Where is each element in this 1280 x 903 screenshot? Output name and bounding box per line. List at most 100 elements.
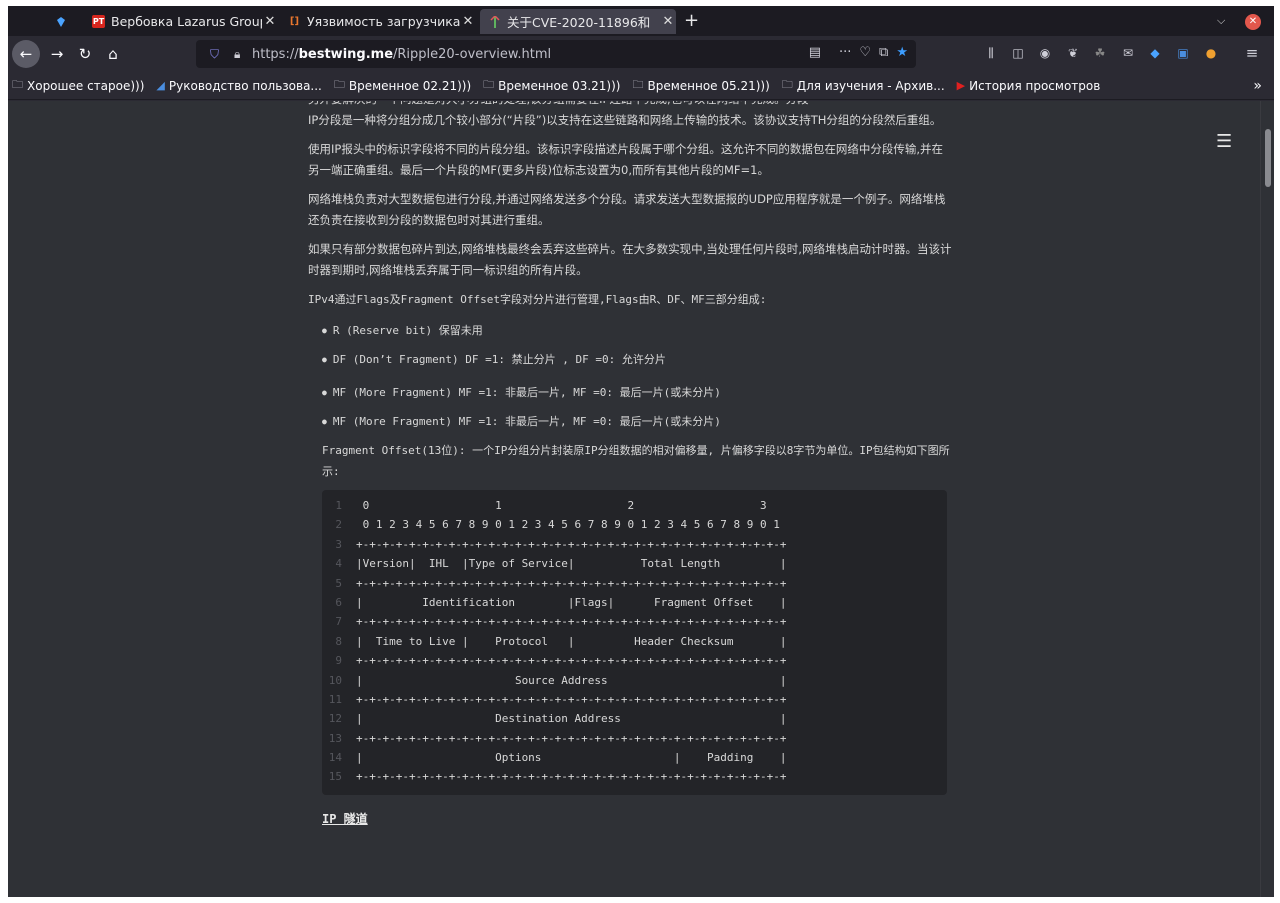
code-text: +-+-+-+-+-+-+-+-+-+-+-+-+-+-+-+-+-+-+-+-…	[356, 770, 787, 784]
url-actions: ▤ ··· ♡ ⧉ ★	[809, 45, 908, 60]
list-item: MF (More Fragment) MF =1: 非最后一片, MF =0: …	[322, 411, 953, 432]
code-text: +-+-+-+-+-+-+-+-+-+-+-+-+-+-+-+-+-+-+-+-…	[356, 615, 787, 629]
line-number: 13	[328, 731, 342, 745]
bracket-icon: []	[289, 16, 300, 27]
home-button[interactable]: ⌂	[100, 41, 126, 67]
code-line: 11 +-+-+-+-+-+-+-+-+-+-+-+-+-+-+-+-+-+-+-…	[322, 690, 947, 709]
code-line: 1 0 1 2 3	[322, 496, 947, 515]
forward-button[interactable]: →	[44, 41, 70, 67]
line-number: 7	[335, 615, 342, 629]
code-line: 8 | Time to Live | Protocol | Header Chec…	[322, 632, 947, 651]
close-tab-icon[interactable]: ✕	[460, 14, 476, 29]
tab-bar: PT Вербовка Lazarus Group ✕ [] Уязвимост…	[8, 6, 1274, 36]
mail-icon[interactable]: ✉	[1120, 45, 1136, 61]
flags-list: R (Reserve bit) 保留未用 DF (Don’t Fragment)…	[322, 320, 953, 432]
reader-view-icon[interactable]: ▤	[809, 45, 821, 60]
bookmark-star-icon[interactable]: ★	[896, 45, 908, 60]
diamond-icon	[54, 15, 67, 28]
diamond-icon[interactable]: ◆	[1147, 45, 1163, 61]
code-line: 6 | Identification |Flags| Fragment Offse…	[322, 593, 947, 612]
bookmark-item[interactable]: 🗀︎ Для изучения - Архив...	[782, 76, 945, 95]
account-icon[interactable]: ◉	[1037, 45, 1053, 61]
tab-cve[interactable]: 关于CVE-2020-11896和 ✕	[480, 9, 676, 34]
tab-title: Вербовка Lazarus Group	[111, 14, 262, 29]
translate-icon[interactable]: ⧉	[879, 45, 888, 60]
tab-title: 关于CVE-2020-11896和	[507, 15, 651, 30]
bookmark-item[interactable]: 🗀︎ Хорошее старое)))	[12, 76, 144, 95]
code-line: 3 +-+-+-+-+-+-+-+-+-+-+-+-+-+-+-+-+-+-+-+…	[322, 535, 947, 554]
line-number: 15	[328, 770, 342, 784]
scrollbar-thumb[interactable]	[1265, 129, 1271, 187]
list-item: DF (Don’t Fragment) DF =1: 禁止分片 , DF =0:…	[322, 349, 953, 370]
translate-extension-icon[interactable]: ▣	[1175, 45, 1191, 61]
url-bar[interactable]: ⛉ 🔒︎ https://bestwing.me/Ripple20-overvi…	[196, 40, 916, 68]
code-text: | Time to Live | Protocol | Header Check…	[356, 634, 787, 648]
youtube-icon: ▶	[956, 79, 966, 92]
code-text: | Identification |Flags| Fragment Offset…	[356, 595, 787, 609]
partial-paragraph: 另外要解决的一个问题是对大小分组的处理,该分组需要在IP连路中完成,也可以在网络…	[308, 101, 953, 110]
page-icon: ◢	[156, 79, 165, 92]
folder-icon: 🗀︎	[12, 78, 23, 91]
bookmark-item[interactable]: 🗀︎ Временное 03.21)))	[483, 76, 620, 95]
bookmarks-overflow-icon[interactable]: »	[1253, 78, 1262, 94]
navigation-bar: ← → ↻ ⌂ ⛉ 🔒︎ https://bestwing.me/Ripple2…	[8, 36, 1274, 72]
url-text[interactable]: https://bestwing.me/Ripple20-overview.ht…	[252, 47, 551, 62]
sidebar-icon[interactable]: ◫	[1010, 45, 1026, 61]
article: 另外要解决的一个问题是对大小分组的处理,该分组需要在IP连路中完成,也可以在网络…	[308, 101, 953, 830]
close-tab-icon[interactable]: ✕	[660, 14, 676, 29]
code-line: 9 +-+-+-+-+-+-+-+-+-+-+-+-+-+-+-+-+-+-+-+…	[322, 651, 947, 670]
code-line: 2 0 1 2 3 4 5 6 7 8 9 0 1 2 3 4 5 6 7 8 …	[322, 515, 947, 534]
tab-lazarus[interactable]: PT Вербовка Lazarus Group ✕	[84, 9, 278, 34]
line-number: 8	[335, 634, 342, 648]
code-text: | Source Address |	[356, 673, 787, 687]
more-actions-icon[interactable]: ···	[839, 45, 851, 60]
tab-bootloader[interactable]: [] Уязвимость загрузчика ✕	[280, 9, 476, 34]
chevron-down-icon[interactable]: ⌵	[1217, 14, 1225, 28]
line-number: 9	[335, 654, 342, 668]
bookmarks-toolbar: 🗀︎ Хорошее старое))) ◢ Руководство пользов…	[8, 72, 1274, 100]
line-number: 10	[328, 673, 342, 687]
toc-menu-icon[interactable]: ☰	[1216, 131, 1232, 152]
code-line: 7 +-+-+-+-+-+-+-+-+-+-+-+-+-+-+-+-+-+-+-+…	[322, 612, 947, 631]
paragraph: IP分段是一种将分组分成几个较小部分(“片段”)以支持在这些链路和网络上传输的技…	[308, 113, 942, 127]
close-window-icon[interactable]: ✕	[1245, 14, 1261, 30]
bookmark-item[interactable]: ◢ Руководство пользова...	[156, 79, 321, 93]
extension-icon[interactable]: ❦	[1065, 45, 1081, 61]
code-text: 0 1 2 3 4 5 6 7 8 9 0 1 2 3 4 5 6 7 8 9 …	[356, 518, 780, 532]
folder-icon: 🗀︎	[483, 78, 495, 91]
code-line: 12 | Destination Address |	[322, 709, 947, 728]
paragraph: 网络堆栈负责对大型数据包进行分段,并通过网络发送多个分段。请求发送大型数据报的U…	[308, 192, 946, 227]
code-line: 15 +-+-+-+-+-+-+-+-+-+-+-+-+-+-+-+-+-+-+-…	[322, 767, 947, 786]
scrollbar[interactable]	[1260, 101, 1274, 897]
pocket-icon[interactable]: ♡	[859, 45, 871, 60]
pt-icon: PT	[92, 15, 105, 28]
browser-window: PT Вербовка Lazarus Group ✕ [] Уязвимост…	[8, 6, 1274, 897]
extension-icon[interactable]: ☘	[1092, 45, 1108, 61]
line-number: 6	[335, 595, 342, 609]
tab-title: Уязвимость загрузчика	[307, 14, 460, 29]
line-number: 3	[335, 537, 342, 551]
hamburger-menu-icon[interactable]: ≡	[1244, 44, 1260, 62]
bookmark-item[interactable]: 🗀︎ Временное 02.21)))	[334, 76, 471, 95]
tab-pinned[interactable]	[46, 9, 84, 34]
new-tab-button[interactable]: +	[684, 10, 699, 31]
reload-button[interactable]: ↻	[72, 41, 98, 67]
code-block: 1 0 1 2 32 0 1 2 3 4 5 6 7 8 9 0 1 2 3 4…	[322, 490, 947, 795]
code-text: 0 1 2 3	[356, 499, 767, 512]
paragraph: 使用IP报头中的标识字段将不同的片段分组。该标识字段描述片段属于哪个分组。这允许…	[308, 142, 943, 177]
bookmark-item[interactable]: ▶ История просмотров	[957, 79, 1101, 93]
section-heading[interactable]: IP 隧道	[322, 809, 953, 830]
code-text: | Destination Address |	[356, 712, 787, 726]
code-line: 5 +-+-+-+-+-+-+-+-+-+-+-+-+-+-+-+-+-+-+-+…	[322, 574, 947, 593]
list-item: MF (More Fragment) MF =1: 非最后一片, MF =0: …	[322, 382, 953, 403]
extension-icon[interactable]: ●	[1203, 45, 1219, 61]
paragraph: Fragment Offset(13位): 一个IP分组分片封装原IP分组数据的…	[322, 444, 950, 478]
close-tab-icon[interactable]: ✕	[262, 14, 278, 29]
list-item: R (Reserve bit) 保留未用	[322, 320, 953, 341]
line-number: 5	[335, 576, 342, 590]
shield-icon[interactable]: ⛉	[210, 47, 224, 62]
library-icon[interactable]: ⫼	[983, 45, 999, 61]
lock-icon[interactable]: 🔒︎	[234, 47, 246, 62]
bookmark-item[interactable]: 🗀︎ Временное 05.21)))	[632, 76, 769, 95]
back-button[interactable]: ←	[12, 40, 40, 68]
